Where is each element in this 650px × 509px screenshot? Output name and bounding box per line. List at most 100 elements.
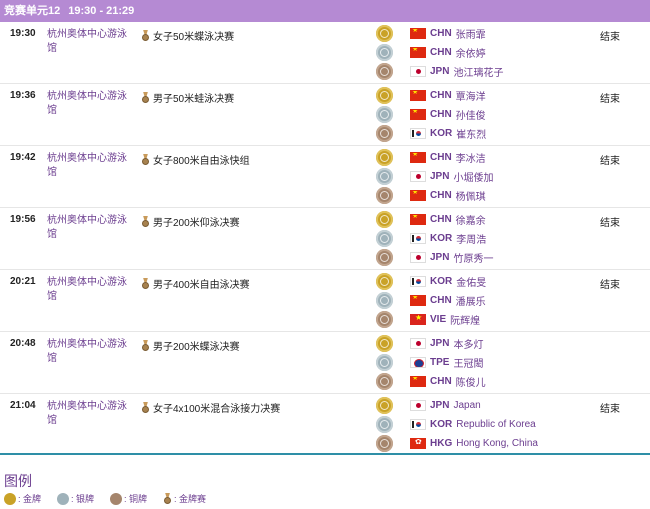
session-unit: 竞赛单元12 xyxy=(4,5,61,17)
athlete-name-link[interactable]: 竹原秀一 xyxy=(453,250,493,265)
event-title-text: 男子50米蛙泳决赛 xyxy=(153,94,235,105)
medal-event-icon xyxy=(141,91,150,104)
event-title[interactable]: 女子50米蝶泳决赛 xyxy=(141,28,234,43)
athlete-name-link[interactable]: 池江璃花子 xyxy=(453,64,503,79)
athlete-name-link[interactable]: 王冠閎 xyxy=(453,355,483,370)
medalist-row: CHN 李冰洁 xyxy=(376,148,493,167)
noc-code[interactable]: JPN xyxy=(430,400,449,411)
athlete-name-link[interactable]: Hong Kong, China xyxy=(456,438,538,449)
event-title[interactable]: 男子200米仰泳决赛 xyxy=(141,214,240,229)
bronze-medal-icon xyxy=(376,249,393,266)
silver-medal-icon xyxy=(376,230,393,247)
athlete-name-link[interactable]: 阮辉煌 xyxy=(450,312,480,327)
medal-event-icon xyxy=(141,153,150,166)
event-status: 结束 xyxy=(600,156,620,167)
noc-code[interactable]: CHN xyxy=(430,109,452,120)
noc-code[interactable]: CHN xyxy=(430,295,452,306)
legend-label: : 金牌赛 xyxy=(174,494,207,504)
noc-code[interactable]: KOR xyxy=(430,233,452,244)
noc-code[interactable]: TPE xyxy=(430,357,449,368)
athlete-name-link[interactable]: Japan xyxy=(453,400,480,411)
noc-code[interactable]: VIE xyxy=(430,314,446,325)
event-venue-link[interactable]: 杭州奥体中心游泳馆 xyxy=(47,90,127,118)
noc-code[interactable]: CHN xyxy=(430,47,452,58)
bronze-medal-icon xyxy=(376,125,393,142)
athlete-name-link[interactable]: 李冰洁 xyxy=(456,150,486,165)
noc-code[interactable]: CHN xyxy=(430,90,452,101)
event-title-text: 女子4x100米混合泳接力决赛 xyxy=(153,404,281,415)
athlete-name-link[interactable]: 孙佳俊 xyxy=(456,107,486,122)
athlete-name-link[interactable]: 张雨霏 xyxy=(456,26,486,41)
silver-medal-icon xyxy=(57,492,70,505)
event-title[interactable]: 男子50米蛙泳决赛 xyxy=(141,90,234,105)
event-venue-link[interactable]: 杭州奥体中心游泳馆 xyxy=(47,276,127,304)
noc-code[interactable]: KOR xyxy=(430,276,452,287)
noc-code[interactable]: JPN xyxy=(430,66,449,77)
event-title-text: 男子200米蝶泳决赛 xyxy=(153,342,240,353)
gold-medal-icon xyxy=(376,273,393,290)
medalist-list: CHN 李冰洁 JPN 小堀倭加 CHN 杨佩琪 xyxy=(376,148,493,205)
flag-chn-icon xyxy=(410,190,426,201)
event-time: 19:42 xyxy=(10,152,36,163)
event-time: 20:48 xyxy=(10,338,36,349)
athlete-name-link[interactable]: 余依婷 xyxy=(456,45,486,60)
event-row: 19:36 杭州奥体中心游泳馆 男子50米蛙泳决赛 结束 CHN 覃海洋 CHN … xyxy=(0,84,650,146)
athlete-name-link[interactable]: Republic of Korea xyxy=(456,419,536,430)
medalist-row: KOR 李周浩 xyxy=(376,229,493,248)
medal-event-icon xyxy=(163,492,172,505)
event-venue-link[interactable]: 杭州奥体中心游泳馆 xyxy=(47,28,127,56)
athlete-name-link[interactable]: 潘展乐 xyxy=(456,293,486,308)
event-venue-link[interactable]: 杭州奥体中心游泳馆 xyxy=(47,400,127,428)
legend-label: : 铜牌 xyxy=(124,494,148,504)
athlete-name-link[interactable]: 覃海洋 xyxy=(456,88,486,103)
event-title[interactable]: 男子400米自由泳决赛 xyxy=(141,276,250,291)
event-row: 21:04 杭州奥体中心游泳馆 女子4x100米混合泳接力决赛 结束 JPN Ja… xyxy=(0,394,650,455)
flag-jpn-icon xyxy=(410,400,426,411)
medalist-row: CHN 徐嘉余 xyxy=(376,210,493,229)
medal-event-icon xyxy=(141,339,150,352)
legend: : 金牌: 银牌: 铜牌: 金牌赛 xyxy=(4,492,222,505)
athlete-name-link[interactable]: 崔东烈 xyxy=(456,126,486,141)
noc-code[interactable]: CHN xyxy=(430,152,452,163)
event-title[interactable]: 男子200米蝶泳决赛 xyxy=(141,338,240,353)
athlete-name-link[interactable]: 金佑旻 xyxy=(456,274,486,289)
event-status: 结束 xyxy=(600,280,620,291)
event-title-text: 男子400米自由泳决赛 xyxy=(153,280,250,291)
athlete-name-link[interactable]: 陈俊儿 xyxy=(456,374,486,389)
noc-code[interactable]: KOR xyxy=(430,128,452,139)
silver-medal-icon xyxy=(376,44,393,61)
event-title[interactable]: 女子4x100米混合泳接力决赛 xyxy=(141,400,280,415)
flag-kor-icon xyxy=(410,233,426,244)
event-venue-link[interactable]: 杭州奥体中心游泳馆 xyxy=(47,214,127,242)
flag-jpn-icon xyxy=(410,338,426,349)
flag-hkg-icon xyxy=(410,438,426,449)
silver-medal-icon xyxy=(376,168,393,185)
event-title[interactable]: 女子800米自由泳快组 xyxy=(141,152,250,167)
event-time: 21:04 xyxy=(10,400,36,411)
noc-code[interactable]: CHN xyxy=(430,28,452,39)
noc-code[interactable]: CHN xyxy=(430,190,452,201)
event-venue-link[interactable]: 杭州奥体中心游泳馆 xyxy=(47,152,127,180)
medalist-row: CHN 潘展乐 xyxy=(376,291,486,310)
legend-item-silver: : 银牌 xyxy=(57,492,94,505)
athlete-name-link[interactable]: 小堀倭加 xyxy=(453,169,493,184)
event-venue-link[interactable]: 杭州奥体中心游泳馆 xyxy=(47,338,127,366)
noc-code[interactable]: JPN xyxy=(430,338,449,349)
noc-code[interactable]: KOR xyxy=(430,419,452,430)
athlete-name-link[interactable]: 徐嘉余 xyxy=(456,212,486,227)
athlete-name-link[interactable]: 李周浩 xyxy=(456,231,486,246)
flag-jpn-icon xyxy=(410,252,426,263)
gold-medal-icon xyxy=(376,87,393,104)
noc-code[interactable]: JPN xyxy=(430,252,449,263)
noc-code[interactable]: CHN xyxy=(430,376,452,387)
bronze-medal-icon xyxy=(376,311,393,328)
noc-code[interactable]: HKG xyxy=(430,438,452,449)
noc-code[interactable]: CHN xyxy=(430,214,452,225)
flag-kor-icon xyxy=(410,276,426,287)
medalist-row: CHN 陈俊儿 xyxy=(376,372,486,391)
athlete-name-link[interactable]: 本多灯 xyxy=(453,336,483,351)
noc-code[interactable]: JPN xyxy=(430,171,449,182)
medalist-list: JPN Japan KOR Republic of Korea HKG Hong… xyxy=(376,396,538,453)
medalist-row: HKG Hong Kong, China xyxy=(376,434,538,453)
athlete-name-link[interactable]: 杨佩琪 xyxy=(456,188,486,203)
